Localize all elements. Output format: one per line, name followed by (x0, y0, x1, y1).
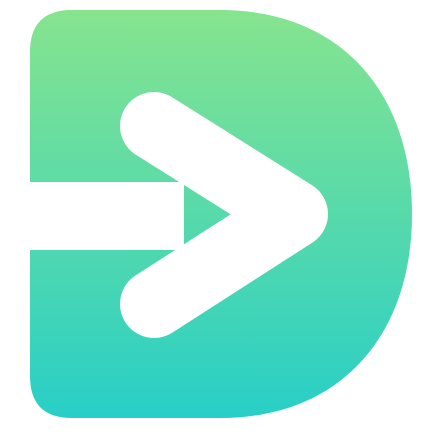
d-arrow-logo-icon (30, 10, 412, 418)
arrow-bar-cutout (30, 182, 184, 250)
app-icon-canvas (0, 0, 434, 434)
